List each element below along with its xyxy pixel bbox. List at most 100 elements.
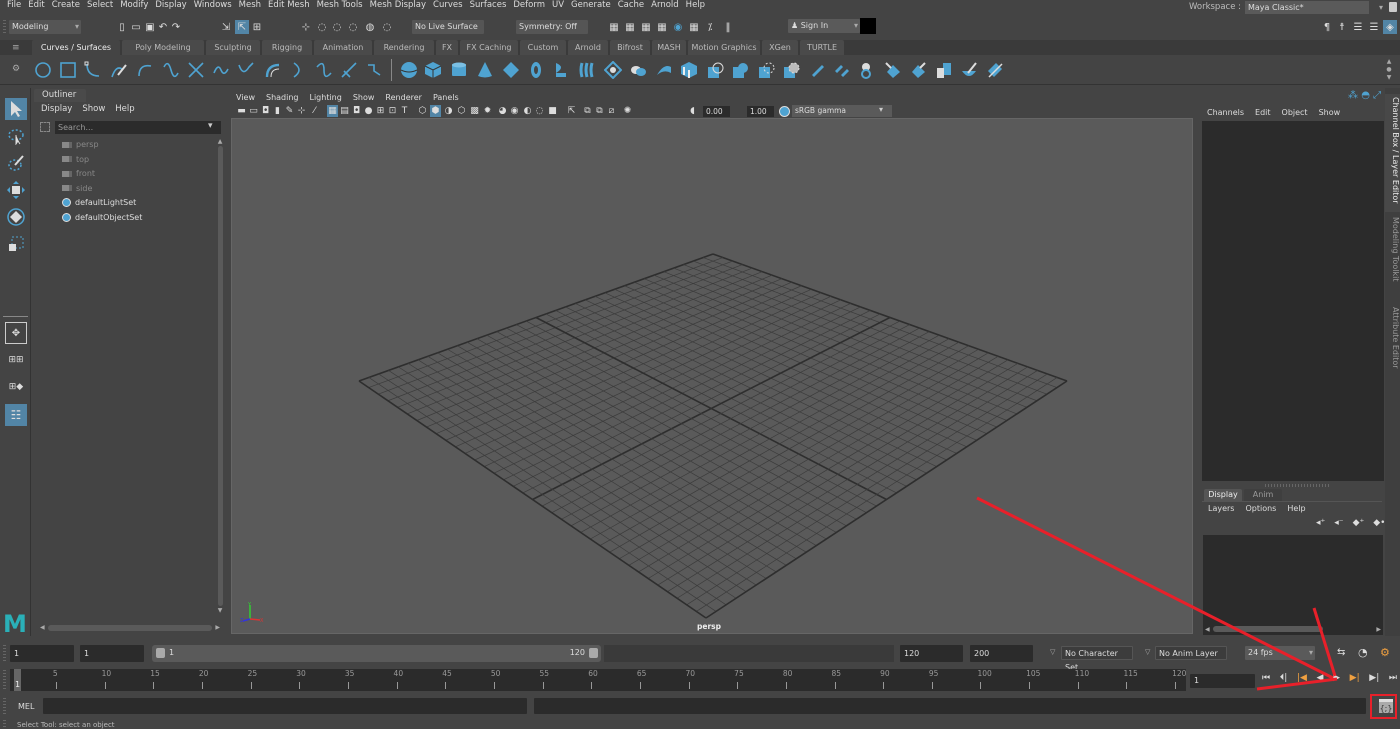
safe-title-icon[interactable]: T — [399, 105, 410, 117]
command-language-label[interactable]: MEL — [18, 702, 34, 711]
shelf-button-sculpt[interactable] — [960, 61, 978, 79]
gamma-icon[interactable]: ◖ — [687, 105, 698, 117]
shelf-tab-mash[interactable]: MASH — [652, 40, 686, 55]
outliner-item[interactable]: top — [38, 153, 208, 166]
menu-select[interactable]: Select — [87, 0, 113, 11]
play-backwards-icon[interactable]: ◀ — [1317, 673, 1324, 689]
shelf-button-rebuild-surface[interactable] — [935, 61, 953, 79]
shelf-button-cone[interactable] — [476, 61, 494, 79]
shelf-tab-bifrost[interactable]: Bifrost — [610, 40, 650, 55]
open-scene-icon[interactable]: ▭ — [130, 21, 142, 33]
grip-handle[interactable] — [3, 645, 6, 661]
menu-cache[interactable]: Cache — [618, 0, 644, 11]
layer-tab-display[interactable]: Display — [1204, 489, 1242, 501]
shelf-button-plane[interactable] — [502, 61, 520, 79]
shelf-tab-rigging[interactable]: Rigging — [262, 40, 312, 55]
menu-edit[interactable]: Edit — [28, 0, 44, 11]
outliner-item[interactable]: persp — [38, 138, 208, 151]
step-back-frame-icon[interactable]: ⏴| — [1280, 673, 1288, 689]
command-input[interactable] — [43, 698, 527, 714]
attribute-editor-icon[interactable]: ☰ — [1352, 21, 1364, 33]
camera-attributes-icon[interactable]: ▭ — [248, 105, 259, 117]
screen-space-ao-icon[interactable]: ◉ — [509, 105, 520, 117]
smooth-shade-icon[interactable]: ⬢ — [430, 105, 441, 117]
shelf-tab-sculpting[interactable]: Sculpting — [206, 40, 260, 55]
render-sequence-icon[interactable]: ▦ — [624, 21, 636, 33]
viewport-menu-view[interactable]: View — [236, 93, 255, 104]
two-view-layout-button[interactable]: ⊞◆ — [5, 376, 27, 398]
viewport-menu-shading[interactable]: Shading — [266, 93, 299, 104]
auto-key-icon[interactable]: ◔ — [1358, 646, 1368, 659]
outliner-vscrollbar[interactable]: ▲ ▼ — [216, 138, 224, 616]
animation-start-field[interactable]: 1 — [10, 645, 74, 662]
shelf-button-lock-length[interactable] — [366, 61, 384, 79]
new-scene-icon[interactable]: ▯ — [116, 21, 128, 33]
shelf-button-attach-curve[interactable] — [212, 61, 230, 79]
menu-help[interactable]: Help — [686, 0, 705, 11]
outliner-menu-display[interactable]: Display — [41, 104, 72, 115]
transform-icon[interactable]: ⁂ — [1348, 90, 1358, 101]
live-surface-field[interactable]: No Live Surface — [412, 20, 484, 34]
textured-icon[interactable]: ▩ — [469, 105, 480, 117]
select-component-icon[interactable]: ⊞ — [251, 21, 263, 33]
shelf-button-square-surface[interactable] — [706, 61, 724, 79]
shelf-button-reverse-curve[interactable] — [315, 61, 333, 79]
shelf-tab-motion-graphics[interactable]: Motion Graphics — [688, 40, 760, 55]
shelf-button-offset-curve[interactable] — [263, 61, 281, 79]
outliner-item[interactable]: defaultLightSet — [38, 196, 208, 209]
human-ik-icon[interactable]: ☨ — [1336, 21, 1348, 33]
exposure-field[interactable]: 0.00 — [703, 106, 730, 117]
shelf-button-trim[interactable] — [808, 61, 826, 79]
image-plane-icon[interactable]: ▮ — [272, 105, 283, 117]
color-management-icon[interactable] — [779, 106, 790, 117]
color-space-dropdown[interactable]: sRGB gamma — [792, 105, 892, 117]
channel-box-menu-edit[interactable]: Edit — [1255, 108, 1271, 117]
menu-mesh[interactable]: Mesh — [239, 0, 261, 11]
shelf-button-intersect[interactable] — [757, 61, 775, 79]
outliner-hscrollbar[interactable]: ◀ ▶ — [40, 623, 220, 632]
shelf-button-revolve[interactable] — [552, 61, 570, 79]
four-view-layout-button[interactable]: ⊞⊞ — [5, 349, 27, 371]
scale-tool-button[interactable] — [5, 233, 27, 255]
outliner-item[interactable]: defaultObjectSet — [38, 211, 208, 224]
outliner-item[interactable]: side — [38, 182, 208, 195]
move-layer-up-icon[interactable]: ◂⁺ — [1316, 518, 1325, 528]
rotate-manip-icon[interactable]: ◓ — [1361, 90, 1370, 101]
viewport-menu-panels[interactable]: Panels — [433, 93, 459, 104]
character-set-dropdown[interactable]: No Character Set — [1061, 646, 1133, 672]
xray-joints-icon[interactable]: ⧉ — [582, 105, 593, 117]
outliner-item[interactable]: front — [38, 167, 208, 180]
scroll-thumb[interactable] — [217, 146, 223, 606]
film-gate-icon[interactable]: ▤ — [339, 105, 350, 117]
gamma-field[interactable]: 1.00 — [747, 106, 774, 117]
rotate-tool-button[interactable] — [5, 206, 27, 228]
snap-curve-icon[interactable]: ◌ — [316, 21, 328, 33]
layer-hscrollbar[interactable]: ◀ ▶ — [1205, 625, 1381, 633]
select-tool-button[interactable] — [5, 98, 27, 120]
tab-modeling-toolkit[interactable]: Modeling Toolkit — [1385, 214, 1400, 302]
menu-mesh-tools[interactable]: Mesh Tools — [317, 0, 363, 11]
shelf-scroll[interactable]: ▲ ● ▼ — [1385, 58, 1393, 82]
shelf-button-circle-curve[interactable] — [34, 61, 52, 79]
select-hierarchy-icon[interactable]: ⇲ — [220, 21, 232, 33]
move-layer-down-icon[interactable]: ◂⁻ — [1334, 518, 1343, 528]
anim-layer-dropdown[interactable]: No Anim Layer — [1155, 646, 1227, 660]
ui-backface-icon[interactable]: ⧄ — [606, 105, 617, 117]
new-empty-layer-icon[interactable]: ◆⁺ — [1353, 518, 1365, 528]
select-object-icon[interactable]: ⇱ — [235, 20, 249, 34]
layer-tab-anim[interactable]: Anim — [1244, 489, 1282, 501]
lock-icon[interactable] — [1389, 2, 1397, 12]
chevron-down-icon[interactable]: ▾ — [879, 105, 883, 114]
tool-settings-icon[interactable]: ☰ — [1368, 21, 1380, 33]
playback-start-field[interactable]: 1 — [80, 645, 144, 662]
shelf-button-extend-surface[interactable] — [859, 61, 877, 79]
fps-dropdown[interactable]: 24 fps ▾ — [1245, 646, 1315, 660]
shelf-button-loft[interactable] — [578, 61, 596, 79]
scroll-left-icon[interactable]: ◀ — [1205, 626, 1210, 633]
shelf-tab-rendering[interactable]: Rendering — [374, 40, 434, 55]
xray-active-icon[interactable]: ⧉ — [594, 105, 605, 117]
shelf-button-torus[interactable] — [527, 61, 545, 79]
new-layer-selected-icon[interactable]: ◆• — [1373, 518, 1385, 528]
render-frame-icon[interactable]: ▦ — [608, 21, 620, 33]
layer-menu-options[interactable]: Options — [1245, 504, 1276, 513]
